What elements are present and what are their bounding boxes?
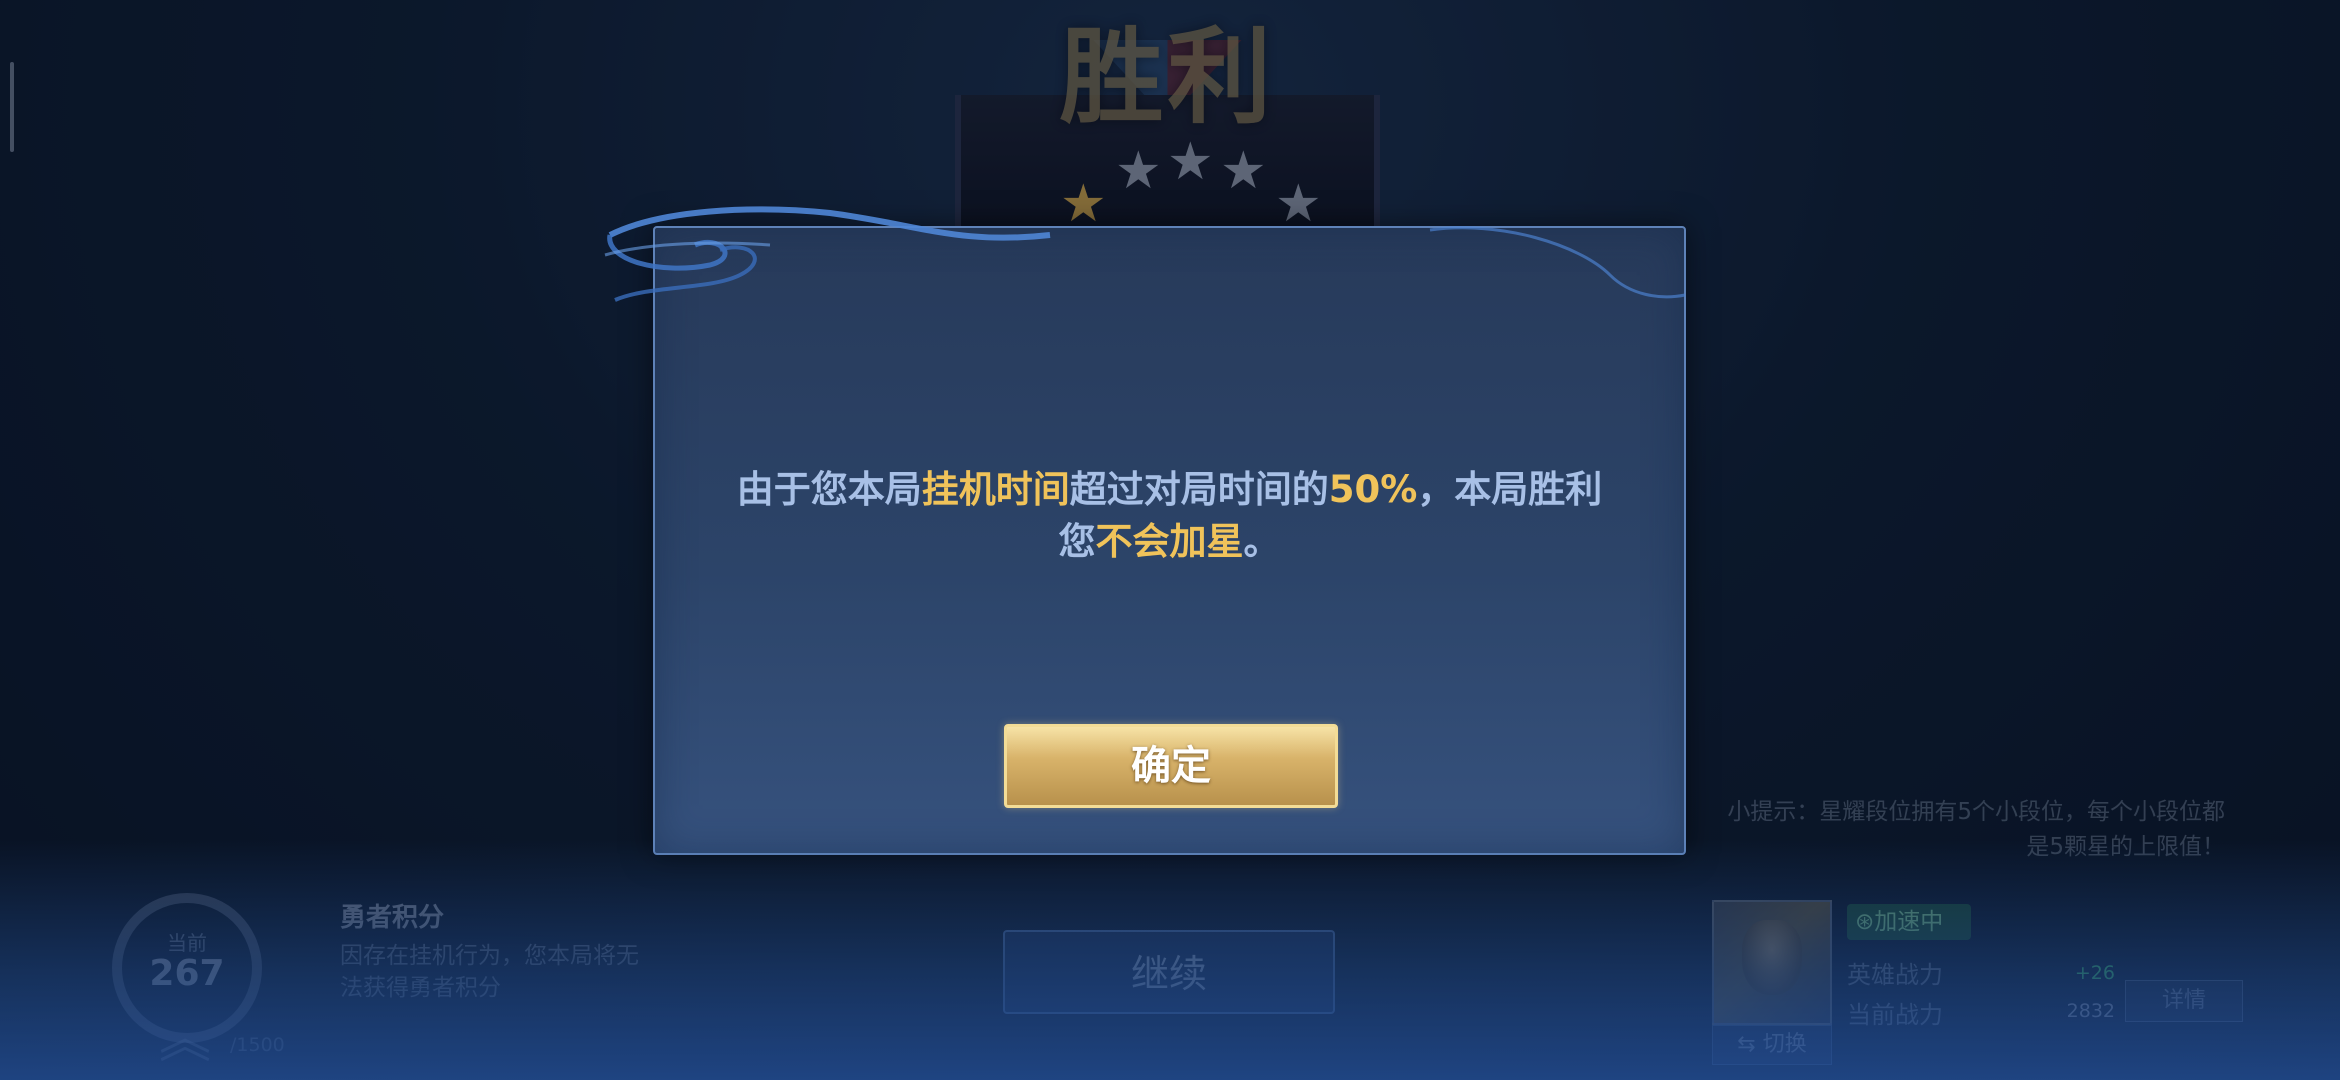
message-text: ，本局胜利	[1417, 468, 1603, 511]
message-highlight: 不会加星	[1095, 520, 1244, 563]
message-text: 您	[1058, 520, 1096, 563]
message-text: 。	[1243, 520, 1281, 563]
message-highlight: 50%	[1328, 468, 1418, 511]
message-highlight: 挂机时间	[921, 468, 1070, 511]
game-result-screen: 胜利 ★ ★ ★ ★ ★ 当前 267 ︽ /1500 勇者积分 因存在挂机行为…	[0, 0, 2340, 1080]
afk-warning-dialog: 由于您本局挂机时间超过对局时间的50%，本局胜利 您不会加星。 确定	[653, 226, 1686, 855]
dialog-message: 由于您本局挂机时间超过对局时间的50%，本局胜利 您不会加星。	[695, 464, 1644, 568]
message-text: 由于您本局	[736, 468, 922, 511]
confirm-button[interactable]: 确定	[1004, 724, 1338, 808]
message-text: 超过对局时间的	[1069, 468, 1329, 511]
